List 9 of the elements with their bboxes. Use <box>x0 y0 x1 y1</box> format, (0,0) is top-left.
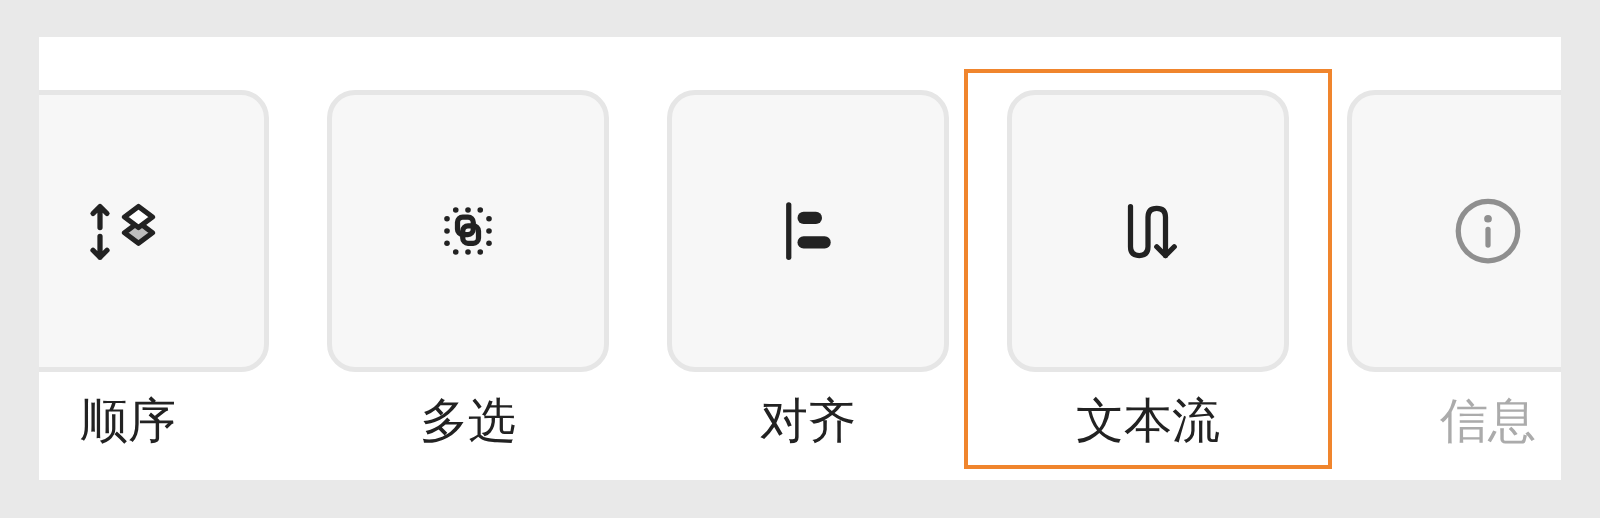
tool-button[interactable] <box>1007 90 1289 372</box>
tool-button[interactable] <box>39 90 269 372</box>
tool-label: 顺序 <box>80 396 176 444</box>
tool-button[interactable] <box>327 90 609 372</box>
tool-label: 对齐 <box>760 396 856 444</box>
tool-label: 信息 <box>1440 396 1536 444</box>
tool-button[interactable] <box>667 90 949 372</box>
tool-label: 多选 <box>420 396 516 444</box>
tool-label: 文本流 <box>1076 396 1220 444</box>
